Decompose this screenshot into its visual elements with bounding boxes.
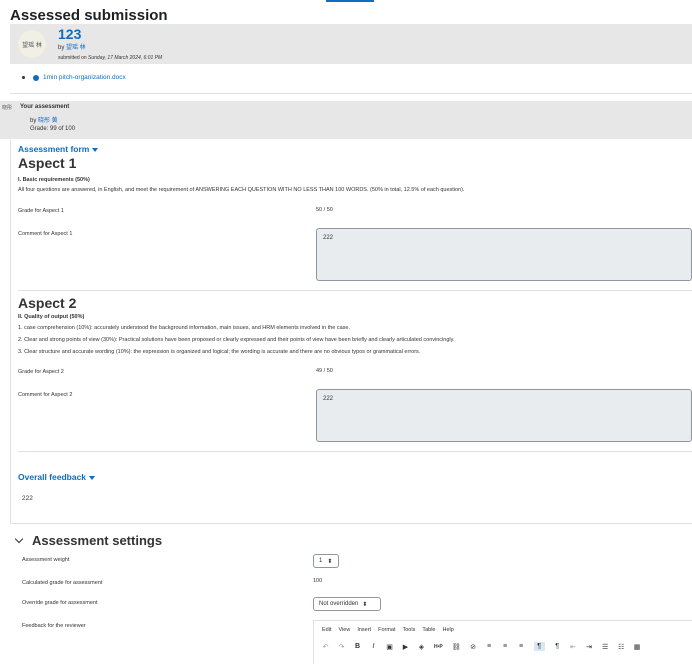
unlink-icon[interactable]: ⊘ — [470, 643, 477, 651]
aspect-1-heading: Aspect 1 — [18, 155, 77, 171]
aspect-2-heading: Aspect 2 — [18, 295, 77, 311]
outdent-icon[interactable]: ⇤ — [570, 643, 577, 651]
align-left-icon[interactable]: ≡ — [486, 643, 493, 650]
divider — [10, 523, 692, 524]
assessment-settings-toggle[interactable]: Assessment settings — [14, 533, 162, 548]
assessment-header: 晓彤 Your assessment by 晓彤 黄 Grade: 99 of … — [0, 101, 692, 139]
h5p-label-icon[interactable]: H•P — [434, 644, 443, 650]
h5p-icon[interactable]: ◈ — [418, 643, 425, 651]
divider — [18, 451, 692, 452]
calculator-icon[interactable]: ▦ — [634, 643, 641, 651]
assessor-avatar[interactable]: 晓彤 — [2, 104, 12, 111]
override-label: Override grade for assessment — [22, 600, 98, 606]
select-arrows-icon: ⬍ — [327, 558, 333, 565]
weight-label: Assessment weight — [22, 557, 70, 563]
bold-icon[interactable]: B — [354, 643, 361, 650]
page-title: Assessed submission — [10, 7, 168, 24]
chevron-down-icon — [14, 534, 24, 544]
divider — [18, 290, 692, 291]
aspect-1-criterion-title: I. Basic requirements (50%) — [18, 177, 90, 183]
media-icon[interactable]: ▶ — [402, 643, 409, 651]
divider — [10, 93, 692, 94]
italic-icon[interactable]: I — [370, 643, 377, 650]
aspect-2-criterion-line: 3. Clear structure and accurate wording … — [18, 349, 421, 355]
ltr-icon[interactable]: ¶ — [533, 642, 545, 651]
aspect-1-criterion-line: All four questions are answered, in Engl… — [18, 187, 465, 193]
select-arrows-icon: ⬍ — [362, 601, 368, 608]
top-tab-indicator — [326, 0, 374, 2]
overall-feedback-label: Overall feedback — [18, 472, 87, 482]
assessment-settings-heading: Assessment settings — [32, 533, 163, 548]
calc-grade-value: 100 — [313, 578, 323, 584]
overall-feedback-toggle[interactable]: Overall feedback — [18, 472, 96, 482]
link-icon[interactable]: ⛓ — [452, 643, 461, 651]
aspect-2-comment-label: Comment for Aspect 2 — [18, 392, 73, 398]
weight-select[interactable]: 1 ⬍ — [313, 554, 339, 568]
form-link-label: Assessment form — [18, 144, 90, 154]
assessment-title: Your assessment — [20, 104, 70, 110]
rtl-icon[interactable]: ¶ — [554, 643, 561, 650]
menu-edit[interactable]: Edit — [322, 627, 331, 633]
assessment-byline: by 晓彤 黄 — [30, 115, 58, 124]
caret-down-icon — [89, 475, 96, 480]
aspect-1-comment-label: Comment for Aspect 1 — [18, 231, 73, 237]
menu-help[interactable]: Help — [443, 627, 454, 633]
assessment-grade: Grade: 99 of 100 — [30, 126, 76, 132]
aspect-1-comment-field[interactable]: 222 — [316, 228, 692, 281]
by-prefix: by — [58, 45, 67, 51]
bullet-icon — [22, 76, 25, 79]
aspect-2-grade-label: Grade for Aspect 2 — [18, 369, 64, 375]
align-right-icon[interactable]: ≡ — [518, 643, 525, 650]
menu-table[interactable]: Table — [422, 627, 435, 633]
menu-view[interactable]: View — [338, 627, 350, 633]
form-border — [10, 139, 11, 523]
by-prefix: by — [30, 118, 39, 124]
submitted-date: Sunday, 17 March 2024, 6:01 PM — [88, 55, 163, 61]
undo-icon[interactable]: ↶ — [322, 643, 329, 651]
editor-toolbar: ↶ ↷ B I ▣ ▶ ◈ H•P ⛓ ⊘ ≡ ≡ ≡ ¶ ¶ ⇤ ⇥ ☰ ☷ … — [322, 642, 641, 651]
aspect-2-criterion-line: 1. case comprehension (10%): accurately … — [18, 325, 351, 331]
aspect-1-grade-label: Grade for Aspect 1 — [18, 208, 64, 214]
file-icon — [33, 74, 39, 81]
author-link[interactable]: 望瑶 林 — [66, 45, 86, 51]
caret-down-icon — [92, 147, 99, 152]
redo-icon[interactable]: ↷ — [338, 643, 345, 651]
feedback-editor[interactable]: Edit View Insert Format Tools Table Help… — [313, 620, 692, 664]
override-select-value: Not overridden — [319, 601, 359, 607]
submission-byline: by 望瑶 林 — [58, 42, 86, 51]
numbered-list-icon[interactable]: ☷ — [618, 643, 625, 651]
author-avatar[interactable]: 望瑶 林 — [18, 30, 46, 58]
bullet-list-icon[interactable]: ☰ — [602, 643, 609, 651]
assessment-form-toggle[interactable]: Assessment form — [18, 144, 99, 154]
align-center-icon[interactable]: ≡ — [502, 643, 509, 650]
aspect-2-criterion-line: 2. Clear and strong points of view (30%)… — [18, 337, 455, 343]
attachment-item[interactable]: 1min pitch-organization.docx — [22, 74, 126, 81]
weight-select-value: 1 — [319, 558, 323, 564]
menu-insert[interactable]: Insert — [357, 627, 371, 633]
calc-grade-label: Calculated grade for assessment — [22, 580, 103, 586]
aspect-2-comment-field[interactable]: 222 — [316, 389, 692, 442]
submission-title[interactable]: 123 — [58, 26, 81, 42]
submission-header: 望瑶 林 123 by 望瑶 林 submitted on Sunday, 17… — [10, 24, 692, 64]
submitted-prefix: submitted on — [58, 55, 89, 61]
feedback-reviewer-label: Feedback for the reviewer — [22, 623, 86, 629]
attachment-link[interactable]: 1min pitch-organization.docx — [43, 74, 126, 81]
menu-format[interactable]: Format — [378, 627, 395, 633]
override-select[interactable]: Not overridden ⬍ — [313, 597, 381, 611]
image-icon[interactable]: ▣ — [386, 643, 393, 651]
aspect-2-criterion-title: II. Quality of output (50%) — [18, 314, 85, 320]
submission-date: submitted on Sunday, 17 March 2024, 6:01… — [58, 55, 162, 61]
assessor-link[interactable]: 晓彤 黄 — [38, 118, 58, 124]
overall-feedback-text: 222 — [22, 495, 33, 502]
aspect-1-grade-value: 50 / 50 — [316, 207, 333, 213]
aspect-2-grade-value: 49 / 50 — [316, 368, 333, 374]
indent-icon[interactable]: ⇥ — [586, 643, 593, 651]
menu-tools[interactable]: Tools — [403, 627, 416, 633]
editor-menubar: Edit View Insert Format Tools Table Help — [322, 627, 454, 633]
